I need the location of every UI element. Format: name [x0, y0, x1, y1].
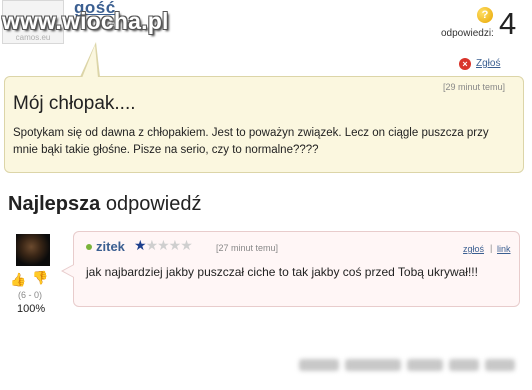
link-separator: | — [490, 243, 493, 253]
report-icon[interactable]: × — [459, 58, 471, 70]
vote-count: (6 - 0) — [18, 290, 43, 300]
answers-count: 4 — [499, 6, 517, 41]
answerer-username-link[interactable]: zitek — [96, 239, 125, 254]
best-answer-heading-bold: Najlepsza — [8, 193, 101, 215]
answer-permalink[interactable]: link — [497, 244, 511, 254]
answer-body: jak najbardziej jakby puszczał ciche to … — [86, 265, 478, 279]
question-title: Mój chłopak.... — [13, 93, 136, 114]
rating-stars: ★★★★★ — [134, 237, 193, 254]
online-status-icon — [86, 244, 92, 250]
best-answer-heading: Najlepsza odpowiedź — [8, 193, 201, 216]
blurred-block — [407, 359, 443, 371]
question-bubble-tail-inner — [82, 45, 98, 78]
best-answer-heading-rest: odpowiedź — [100, 193, 202, 215]
blurred-block — [449, 359, 479, 371]
star-empty-icon: ★★★★ — [145, 237, 193, 253]
answerer-avatar[interactable] — [16, 234, 50, 266]
blurred-block — [485, 359, 515, 371]
answers-label: odpowiedzi: — [441, 28, 494, 39]
vote-percent: 100% — [17, 303, 46, 315]
blurred-block — [345, 359, 401, 371]
report-question-link[interactable]: Zgłoś — [476, 58, 500, 69]
report-answer-link[interactable]: zgłoś — [463, 244, 484, 254]
answer-bubble-tail-inner — [63, 265, 74, 277]
question-timestamp: [29 minut temu] — [443, 82, 506, 92]
watermark-text: www.wiocha.pl — [2, 8, 169, 34]
thumbs-up-icon[interactable]: 👍 — [10, 272, 26, 288]
blurred-footer — [299, 353, 519, 375]
question-icon: ? — [477, 7, 493, 23]
question-body: Spotykam się od dawna z chłopakiem. Jest… — [13, 127, 489, 156]
star-filled-icon: ★ — [134, 237, 147, 253]
blurred-block — [299, 359, 339, 371]
answer-timestamp: [27 minut temu] — [216, 243, 279, 253]
thumbs-down-icon[interactable]: 👎 — [32, 270, 48, 286]
